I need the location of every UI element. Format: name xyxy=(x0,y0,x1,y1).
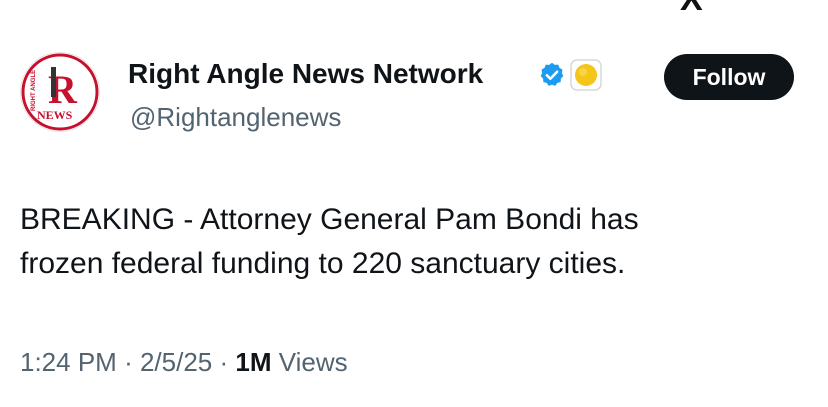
meta-separator: · xyxy=(124,347,133,377)
views-count: 1M xyxy=(235,347,272,377)
avatar-text-bottom: NEWS xyxy=(37,108,73,122)
author-name[interactable]: Right Angle News Network xyxy=(128,56,483,92)
verified-badge-icon[interactable] xyxy=(538,61,566,89)
tweet-card: X R RIGHT ANGLE NEWS Right Angle News Ne… xyxy=(0,0,828,407)
follow-button[interactable]: Follow xyxy=(664,54,794,100)
tweet-meta: 1:24 PM · 2/5/25 · 1M Views xyxy=(20,344,348,380)
right-angle-news-logo-icon: R RIGHT ANGLE NEWS xyxy=(21,53,99,131)
tweet-text: BREAKING - Attorney General Pam Bondi ha… xyxy=(20,198,810,286)
author-badges xyxy=(538,58,602,92)
partial-header-glyph: X xyxy=(680,0,703,16)
tweet-time[interactable]: 1:24 PM xyxy=(20,347,117,377)
author-handle[interactable]: @Rightanglenews xyxy=(130,100,341,134)
tweet-date[interactable]: 2/5/25 xyxy=(140,347,212,377)
meta-separator: · xyxy=(219,347,229,377)
tweet-text-line: BREAKING - Attorney General Pam Bondi ha… xyxy=(20,203,639,236)
yellow-circle-affiliate-icon[interactable] xyxy=(570,59,602,91)
avatar[interactable]: R RIGHT ANGLE NEWS xyxy=(20,52,100,132)
views-label: Views xyxy=(278,347,348,377)
avatar-text-top: RIGHT ANGLE xyxy=(31,70,37,111)
tweet-text-line: frozen federal funding to 220 sanctuary … xyxy=(20,247,626,280)
